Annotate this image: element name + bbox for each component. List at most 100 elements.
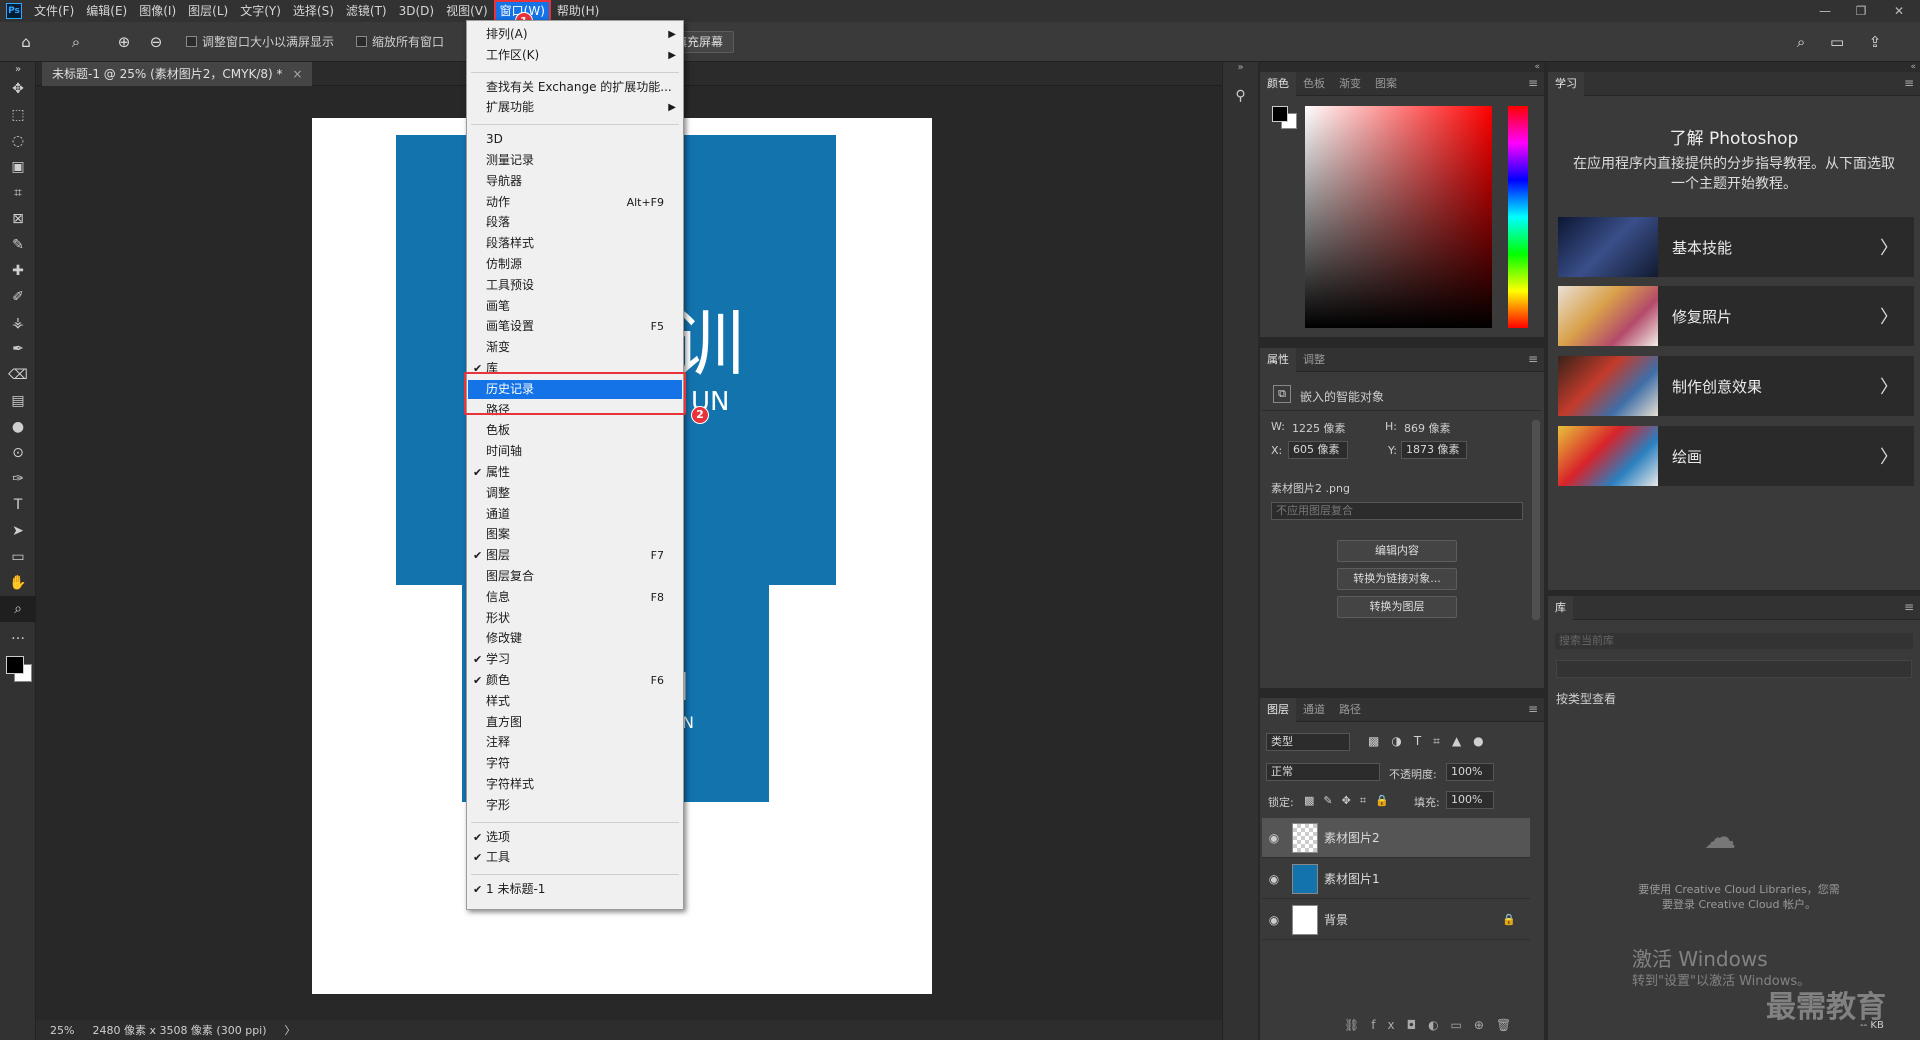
y-position-field[interactable]: 1873 像素 bbox=[1401, 441, 1467, 459]
convert-linked-button[interactable]: 转换为链接对象... bbox=[1337, 568, 1457, 590]
window-menu-item[interactable]: 信息 F8 bbox=[468, 588, 682, 607]
hand-tool-icon[interactable]: ✋ bbox=[0, 570, 36, 596]
window-menu-item[interactable]: 形状 bbox=[468, 609, 682, 628]
resize-windows-checkbox[interactable]: 调整窗口大小以满屏显示 bbox=[186, 33, 334, 50]
library-search-input[interactable]: 搜索当前库 bbox=[1554, 632, 1914, 650]
tab-swatches[interactable]: 色板 bbox=[1296, 72, 1332, 96]
filter-type-icon[interactable]: T bbox=[1414, 734, 1433, 748]
blur-tool-icon[interactable]: ● bbox=[0, 414, 36, 440]
zoom-out-icon[interactable]: ⊖ bbox=[144, 30, 168, 54]
filter-smart-icon[interactable]: ▲ bbox=[1452, 734, 1473, 748]
menu-edit[interactable]: 编辑(E) bbox=[80, 0, 133, 22]
path-select-tool-icon[interactable]: ➤ bbox=[0, 518, 36, 544]
layer-lock-icon[interactable]: 🔒 bbox=[1502, 913, 1516, 926]
window-menu-item[interactable]: 通道 bbox=[468, 505, 682, 524]
window-menu-item[interactable]: 仿制源 bbox=[468, 255, 682, 274]
width-value[interactable]: 1225 像素 bbox=[1292, 420, 1346, 436]
window-menu-item[interactable]: 查找有关 Exchange 的扩展功能... bbox=[468, 78, 682, 97]
visibility-eye-icon[interactable]: ◉ bbox=[1262, 872, 1286, 886]
dodge-tool-icon[interactable]: ⊙ bbox=[0, 440, 36, 466]
brush-tool-icon[interactable]: ✐ bbox=[0, 284, 36, 310]
filter-pixel-icon[interactable]: ▩ bbox=[1368, 734, 1391, 748]
zoom-tool-icon[interactable]: ⌕ bbox=[64, 30, 88, 54]
pen-tool-icon[interactable]: ✑ bbox=[0, 466, 36, 492]
window-menu-item[interactable]: 注释 bbox=[468, 733, 682, 752]
lock-transparent-icon[interactable]: ▩ bbox=[1304, 794, 1323, 807]
window-menu-item[interactable]: ✔ 属性 bbox=[468, 463, 682, 482]
layer-row-2[interactable]: ◉ 素材图片1 bbox=[1262, 859, 1530, 899]
menu-filter[interactable]: 滤镜(T) bbox=[340, 0, 393, 22]
document-tab[interactable]: 未标题-1 @ 25% (素材图片2，CMYK/8) * × bbox=[42, 62, 313, 86]
window-menu-item[interactable]: 样式 bbox=[468, 692, 682, 711]
hue-slider[interactable] bbox=[1508, 106, 1528, 328]
blend-mode-select[interactable]: 正常 bbox=[1266, 763, 1380, 781]
edit-contents-button[interactable]: 编辑内容 bbox=[1337, 540, 1457, 562]
menu-image[interactable]: 图像(I) bbox=[133, 0, 182, 22]
learn-card-painting[interactable]: 绘画 〉 bbox=[1558, 426, 1914, 486]
status-arrow-icon[interactable]: 〉 bbox=[285, 1022, 296, 1038]
height-value[interactable]: 869 像素 bbox=[1404, 420, 1451, 436]
history-brush-tool-icon[interactable]: ✒ bbox=[0, 336, 36, 362]
history-panel-icon[interactable]: ⚲ bbox=[1223, 88, 1258, 112]
window-menu-item[interactable]: 段落样式 bbox=[468, 234, 682, 253]
window-menu-item[interactable]: 字符 bbox=[468, 754, 682, 773]
layer-row-3[interactable]: ◉ 背景 🔒 bbox=[1262, 900, 1530, 940]
new-group-icon[interactable]: ▭ bbox=[1451, 1018, 1474, 1032]
tab-channels[interactable]: 通道 bbox=[1296, 698, 1332, 722]
layer-filter-select[interactable]: 类型 bbox=[1266, 733, 1350, 751]
share-icon[interactable]: ⇪ bbox=[1863, 30, 1887, 54]
window-menu-item[interactable]: 色板 bbox=[468, 421, 682, 440]
opacity-field[interactable]: 100% bbox=[1446, 763, 1494, 781]
add-mask-icon[interactable]: ◘ bbox=[1407, 1018, 1429, 1032]
layer-name[interactable]: 素材图片1 bbox=[1324, 870, 1380, 887]
layer-name[interactable]: 素材图片2 bbox=[1324, 829, 1380, 846]
filter-toggle-icon[interactable]: ● bbox=[1473, 734, 1495, 748]
tab-properties[interactable]: 属性 bbox=[1260, 347, 1296, 372]
search-icon[interactable]: ⌕ bbox=[1789, 30, 1813, 54]
color-fg-swatch[interactable] bbox=[1272, 106, 1288, 122]
new-layer-icon[interactable]: ⊕ bbox=[1474, 1018, 1496, 1032]
menu-file[interactable]: 文件(F) bbox=[28, 0, 80, 22]
window-menu-item[interactable]: ✔ 工具 bbox=[468, 848, 682, 867]
window-menu-item[interactable]: 工具预设 bbox=[468, 276, 682, 295]
crop-tool-icon[interactable]: ⌗ bbox=[0, 180, 36, 206]
link-layers-icon[interactable]: ⛓ bbox=[1344, 1018, 1371, 1032]
convert-to-layers-button[interactable]: 转换为图层 bbox=[1337, 596, 1457, 618]
tab-color[interactable]: 颜色 bbox=[1260, 71, 1296, 96]
home-icon[interactable]: ⌂ bbox=[14, 30, 38, 54]
learn-collapse-icon[interactable]: « bbox=[1548, 62, 1920, 72]
tab-gradients[interactable]: 渐变 bbox=[1332, 72, 1368, 96]
tab-adjustments[interactable]: 调整 bbox=[1296, 348, 1332, 372]
window-menu-item[interactable]: 时间轴 bbox=[468, 442, 682, 461]
stamp-tool-icon[interactable]: ⚶ bbox=[0, 310, 36, 336]
window-menu-item[interactable]: ✔ 颜色 F6 bbox=[468, 671, 682, 690]
lock-position-icon[interactable]: ✥ bbox=[1342, 794, 1360, 807]
color-panel-menu-icon[interactable]: ≡ bbox=[1528, 76, 1538, 90]
window-menu-item[interactable]: 修改键 bbox=[468, 629, 682, 648]
window-menu-item[interactable]: ✔ 图层 F7 bbox=[468, 546, 682, 565]
minimize-button[interactable]: — bbox=[1810, 0, 1840, 22]
window-menu-item[interactable]: 导航器 bbox=[468, 172, 682, 191]
properties-scrollbar[interactable] bbox=[1532, 420, 1540, 620]
filter-shape-icon[interactable]: ⌗ bbox=[1433, 734, 1452, 748]
filter-adjust-icon[interactable]: ◑ bbox=[1391, 734, 1413, 748]
marquee-tool-icon[interactable]: ⬚ bbox=[0, 102, 36, 128]
view-by-type-dropdown[interactable]: 按类型查看 bbox=[1556, 690, 1616, 707]
window-menu-item[interactable]: 段落 bbox=[468, 213, 682, 232]
window-menu-item[interactable]: 字符样式 bbox=[468, 775, 682, 794]
frame-tool-icon[interactable]: ⊠ bbox=[0, 206, 36, 232]
color-picker-field[interactable] bbox=[1305, 106, 1492, 328]
window-menu-item[interactable]: ✔ 1 未标题-1 bbox=[468, 880, 682, 899]
window-menu-item[interactable]: 工作区(K) ▶ bbox=[468, 46, 682, 65]
shape-tool-icon[interactable]: ▭ bbox=[0, 544, 36, 570]
lock-image-icon[interactable]: ✎ bbox=[1323, 794, 1341, 807]
window-menu-item[interactable]: 图案 bbox=[468, 525, 682, 544]
healing-tool-icon[interactable]: ✚ bbox=[0, 258, 36, 284]
layer-style-icon[interactable]: fx bbox=[1371, 1018, 1406, 1032]
lock-artboard-icon[interactable]: ⌗ bbox=[1360, 794, 1375, 807]
tab-learn[interactable]: 学习 bbox=[1548, 71, 1584, 96]
layer-row-1[interactable]: ◉ 素材图片2 bbox=[1262, 818, 1530, 858]
color-swatches[interactable] bbox=[0, 648, 36, 692]
menu-layer[interactable]: 图层(L) bbox=[182, 0, 234, 22]
close-window-button[interactable]: ✕ bbox=[1884, 0, 1914, 22]
